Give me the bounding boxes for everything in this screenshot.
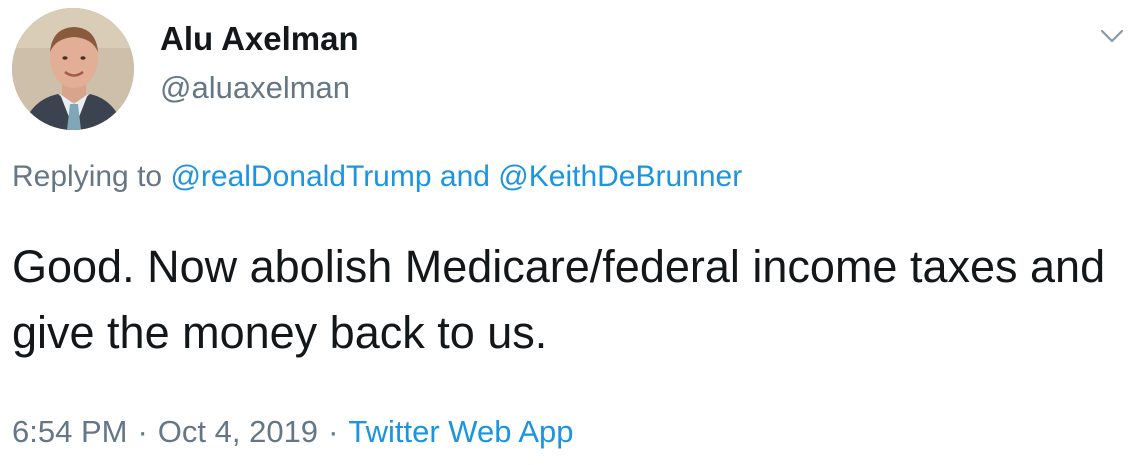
reply-joiner: and bbox=[439, 160, 490, 193]
display-name[interactable]: Alu Axelman bbox=[160, 20, 359, 58]
mention-link[interactable]: @KeithDeBrunner bbox=[498, 160, 742, 193]
reply-prefix: Replying to bbox=[12, 160, 163, 193]
tweet-card: Alu Axelman @aluaxelman Replying to @rea… bbox=[0, 0, 1144, 465]
chevron-down-icon[interactable] bbox=[1094, 18, 1130, 54]
tweet-source-link[interactable]: Twitter Web App bbox=[348, 414, 573, 449]
mention-link[interactable]: @realDonaldTrump bbox=[170, 160, 431, 193]
separator-dot: · bbox=[328, 414, 339, 449]
tweet-time[interactable]: 6:54 PM bbox=[12, 414, 127, 449]
username-handle[interactable]: @aluaxelman bbox=[160, 70, 350, 106]
tweet-date[interactable]: Oct 4, 2019 bbox=[158, 414, 318, 449]
tweet-text: Good. Now abolish Medicare/federal incom… bbox=[12, 241, 1106, 358]
reply-context: Replying to @realDonaldTrump and @KeithD… bbox=[12, 160, 742, 194]
avatar-photo bbox=[12, 8, 134, 130]
avatar[interactable] bbox=[12, 8, 134, 130]
separator-dot: · bbox=[137, 414, 148, 449]
tweet-meta: 6:54 PM · Oct 4, 2019 · Twitter Web App bbox=[12, 414, 574, 450]
